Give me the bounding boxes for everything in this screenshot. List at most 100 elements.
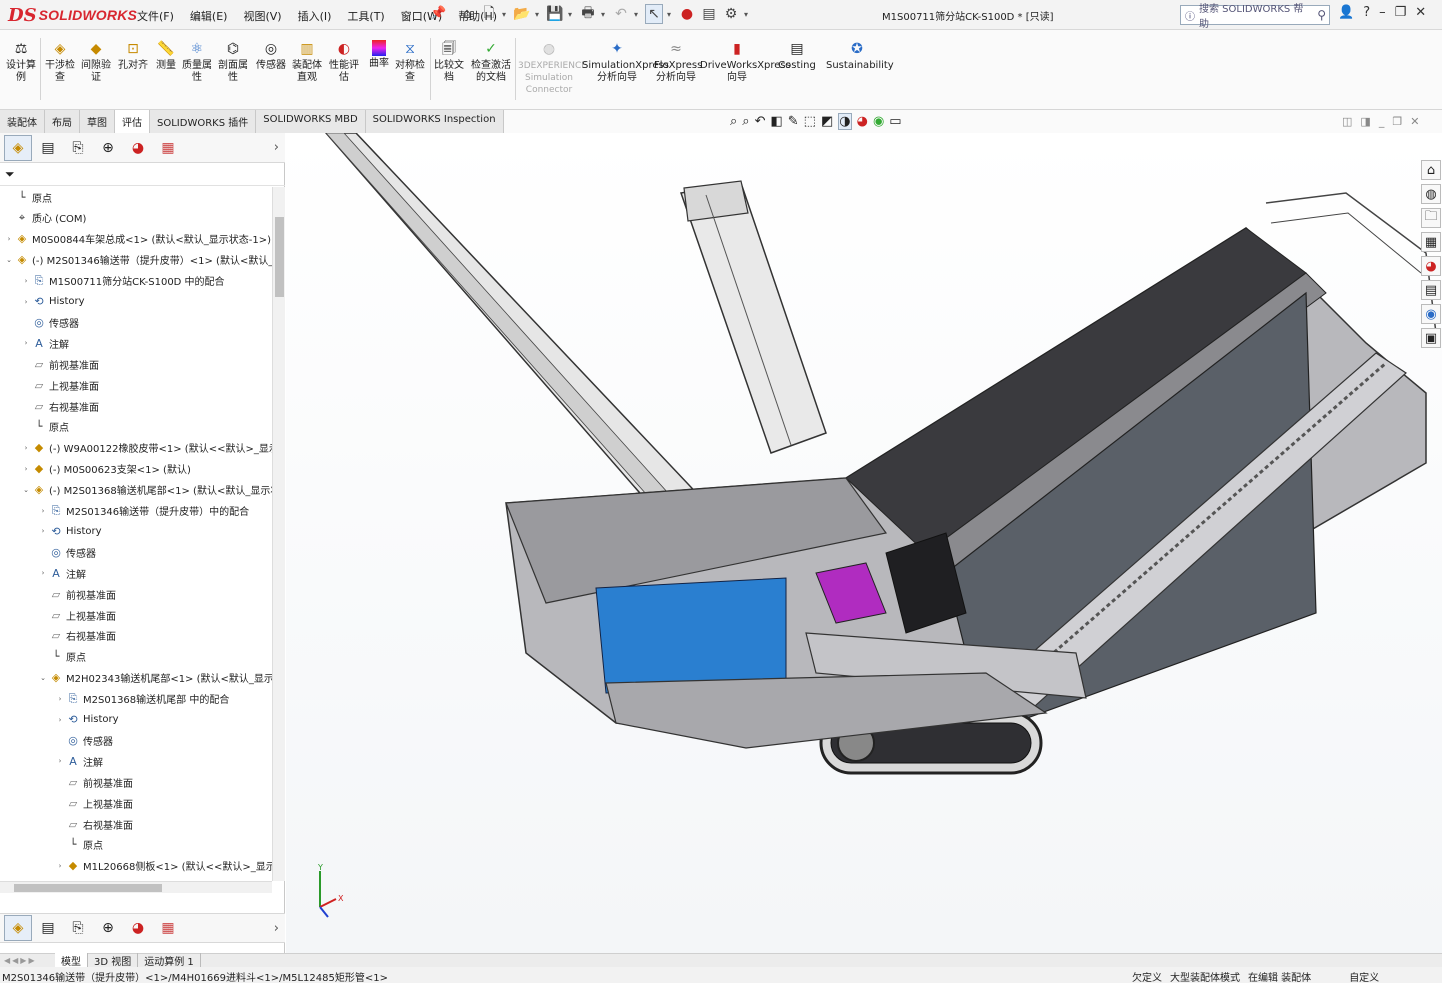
chevron-right-icon[interactable]: › <box>274 140 279 155</box>
tree-node[interactable]: › A 注解 <box>21 333 69 353</box>
expand-toggle-icon[interactable]: › <box>55 716 65 724</box>
tab-model[interactable]: 模型 <box>55 953 88 968</box>
new-document-icon[interactable]: 🗋 <box>480 4 498 24</box>
home-icon[interactable]: ⌂ <box>458 4 476 24</box>
status-units[interactable]: 自定义 <box>1349 969 1379 983</box>
tree-vertical-scrollbar[interactable] <box>272 187 285 881</box>
expand-toggle-icon[interactable]: ⌄ <box>38 674 48 682</box>
expand-toggle-icon[interactable]: › <box>55 757 65 765</box>
tree-node[interactable]: ›◆ M1L20668侧板<1> (默认<<默认>_显示状态 <box>55 856 272 876</box>
solidworks-logo[interactable]: DS SOLIDWORKS <box>8 3 137 27</box>
task-pane-appearances-icon[interactable]: ◕ <box>1421 256 1441 276</box>
tree-node[interactable]: › ⎘ M1S00711筛分站CK-S100D 中的配合 <box>21 271 225 291</box>
view-settings-icon[interactable]: ▭ <box>889 114 901 129</box>
tree-node[interactable]: ▱ 前视基准面 <box>38 584 116 604</box>
minimize-icon[interactable]: – <box>1379 5 1386 20</box>
viewport-tile-icon[interactable]: ◨ <box>1360 115 1370 128</box>
view-orientation-icon[interactable]: ⬚ <box>804 114 816 129</box>
tree-node[interactable]: › ⟲ History <box>21 292 85 312</box>
tree-node[interactable]: ◎ 传感器 <box>21 312 79 332</box>
menu-file[interactable]: 文件(F) <box>135 7 176 25</box>
search-icon[interactable]: ⚲ <box>1317 8 1329 22</box>
print-icon[interactable]: 🖶 <box>579 4 597 24</box>
tree-node[interactable]: › A 注解 <box>38 563 86 583</box>
tree-node[interactable]: ▱ 上视基准面 <box>21 375 99 395</box>
tool-hole-align[interactable]: ⊡ 孔对齐 <box>116 40 150 72</box>
tool-sustainability[interactable]: ✪ Sustainability <box>826 40 894 72</box>
tree-node[interactable]: › ⎘ M2S01346输送带（提升皮带）中的配合 <box>38 501 250 521</box>
tab-scroll-arrows-icon[interactable]: ◀◀▶▶ <box>0 956 55 965</box>
tab-assembly[interactable]: 装配体 <box>0 110 45 133</box>
undo-icon[interactable]: ↶ <box>612 4 630 24</box>
display-style-icon[interactable]: ◩ <box>821 114 833 129</box>
tool-design-study[interactable]: ⚖ 设计算例 <box>4 40 38 84</box>
viewport-restore-icon[interactable]: ❐ <box>1392 115 1402 128</box>
tree-node[interactable]: ▱ 右视基准面 <box>21 396 99 416</box>
graphics-viewport[interactable]: Y X <box>286 133 1442 953</box>
tool-interference-check[interactable]: ◈ 干涉检查 <box>44 40 76 84</box>
close-icon[interactable]: ✕ <box>1415 5 1426 20</box>
menu-tools[interactable]: 工具(T) <box>345 7 386 25</box>
tree-node[interactable]: ▱ 右视基准面 <box>55 814 133 834</box>
property-manager-tab-icon[interactable]: ▤ <box>34 135 62 161</box>
save-icon[interactable]: 💾 <box>546 4 564 24</box>
task-pane-3dx-icon[interactable]: ◍ <box>1421 184 1441 204</box>
configuration-manager-tab-icon[interactable]: ⎘ <box>64 135 92 161</box>
tree-filter[interactable]: ⏷ <box>0 164 285 186</box>
tab-3d-views[interactable]: 3D 视图 <box>88 953 139 968</box>
chevron-right-icon[interactable]: › <box>274 921 279 936</box>
new-caret-icon[interactable]: ▾ <box>502 10 509 19</box>
tool-check-active-document[interactable]: ✓ 检查激活的文档 <box>470 40 512 84</box>
expand-toggle-icon[interactable]: › <box>55 695 65 703</box>
dynamic-annotation-icon[interactable]: ✎ <box>788 114 799 129</box>
tool-assembly-visualization[interactable]: ▥ 装配体直观 <box>290 40 324 84</box>
pin-menu-icon[interactable]: 📌 <box>430 6 446 21</box>
expand-toggle-icon[interactable]: › <box>21 444 31 452</box>
menu-insert[interactable]: 插入(I) <box>296 7 334 25</box>
tree-node[interactable]: › ⟲ History <box>38 521 102 541</box>
tree-node[interactable]: ⌄◈ (-) M2S01346输送带（提升皮带）<1> (默认<默认_显示状 <box>4 250 272 270</box>
select-caret-icon[interactable]: ▾ <box>667 10 674 19</box>
tree-node[interactable]: ›◆ (-) W9A00122橡胶皮带<1> (默认<<默认>_显示状态 <box>21 438 272 458</box>
dimxpert-tab-icon[interactable]: ⊕ <box>94 135 122 161</box>
tool-symmetry-check[interactable]: ⧖ 对称检查 <box>394 40 426 84</box>
tab-sketch[interactable]: 草图 <box>80 110 115 133</box>
help-question-menu-icon[interactable]: ? <box>1363 5 1370 20</box>
tool-mass-properties[interactable]: ⚛ 质量属性 <box>180 40 214 84</box>
property-manager-tab-icon[interactable]: ▤ <box>34 915 62 941</box>
expand-toggle-icon[interactable]: › <box>21 465 31 473</box>
zoom-to-fit-icon[interactable]: ⌕ <box>730 114 737 129</box>
expand-toggle-icon[interactable]: ⌄ <box>21 486 31 494</box>
help-search-box[interactable]: ⓘ 搜索 SOLIDWORKS 帮助 ⚲ <box>1180 4 1330 30</box>
expand-toggle-icon[interactable]: › <box>38 507 48 515</box>
tab-layout[interactable]: 布局 <box>45 110 80 133</box>
tool-3dx-connector[interactable]: ◍ 3DEXPERIENCE Simulation Connector <box>518 40 587 96</box>
scrollbar-thumb[interactable] <box>14 884 162 892</box>
feature-tree-tab-icon[interactable]: ◈ <box>4 134 32 161</box>
tree-horizontal-scrollbar[interactable] <box>0 881 272 893</box>
expand-toggle-icon[interactable]: ⌄ <box>4 256 14 264</box>
task-pane-home-icon[interactable]: ⌂ <box>1421 160 1441 180</box>
menu-view[interactable]: 视图(V) <box>241 7 283 25</box>
viewport-split-icon[interactable]: ◫ <box>1342 115 1352 128</box>
tool-sensor[interactable]: ◎ 传感器 <box>254 40 288 72</box>
dimxpert-tab-icon[interactable]: ⊕ <box>94 915 122 941</box>
tree-node[interactable]: ▱ 右视基准面 <box>38 626 116 646</box>
tree-node[interactable]: ◎ 传感器 <box>55 730 113 750</box>
file-properties-icon[interactable]: ▤ <box>700 4 718 24</box>
tool-curvature[interactable]: 曲率 <box>366 40 392 70</box>
user-icon[interactable]: 👤 <box>1338 5 1354 20</box>
tree-node[interactable]: › ◈ M0S00844车架总成<1> (默认<默认_显示状态-1>) <box>4 229 271 249</box>
tool-performance-evaluation[interactable]: ◐ 性能评估 <box>326 40 362 84</box>
tab-solidworks-addins[interactable]: SOLIDWORKS 插件 <box>150 110 257 133</box>
task-pane-custom-properties-icon[interactable]: ▤ <box>1421 280 1441 300</box>
tool-simulationxpress[interactable]: ✦ SimulationXpress 分析向导 <box>582 40 669 84</box>
tree-node[interactable]: ▱ 前视基准面 <box>21 354 99 374</box>
menu-edit[interactable]: 编辑(E) <box>188 7 230 25</box>
task-pane-view-palette-icon[interactable]: ▣ <box>1421 328 1441 348</box>
options-gear-icon[interactable]: ⚙ <box>722 4 740 24</box>
tool-section-properties[interactable]: ⌬ 剖面属性 <box>216 40 250 84</box>
tab-solidworks-inspection[interactable]: SOLIDWORKS Inspection <box>365 110 504 133</box>
tree-node[interactable]: ▱ 前视基准面 <box>55 772 133 792</box>
screening-plant-model[interactable] <box>286 133 1442 953</box>
